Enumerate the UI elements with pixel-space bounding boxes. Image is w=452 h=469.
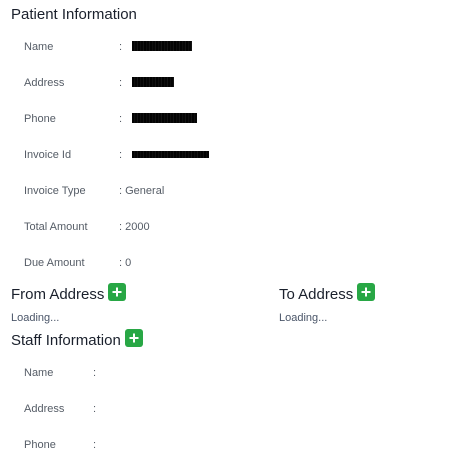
from-address-title-text: From Address xyxy=(11,285,105,303)
staff-name-separator: : xyxy=(93,367,97,379)
staff-phone-separator: : xyxy=(93,439,97,451)
separator: : xyxy=(119,257,123,269)
staff-address-separator: : xyxy=(93,403,97,415)
invoice-type-value: General xyxy=(125,185,165,197)
add-from-address-button[interactable] xyxy=(108,283,127,301)
redacted-phone xyxy=(132,113,198,124)
staff-information-title: Staff Information xyxy=(11,329,143,349)
total-amount-value: 2000 xyxy=(125,221,150,233)
add-staff-button[interactable] xyxy=(124,329,143,347)
patient-address-label: Address xyxy=(24,77,65,89)
patient-information-title: Patient Information xyxy=(11,6,137,23)
separator: : xyxy=(119,221,123,233)
staff-address-label: Address xyxy=(24,403,65,415)
patient-phone-label: Phone xyxy=(24,113,56,125)
from-address-loading: Loading... xyxy=(11,312,60,324)
separator: : xyxy=(119,113,123,125)
staff-phone-label: Phone xyxy=(24,439,56,451)
plus-icon xyxy=(129,333,139,343)
patient-name-label: Name xyxy=(24,41,54,53)
patient-due-amount-label: Due Amount xyxy=(24,257,85,269)
due-amount-value: 0 xyxy=(125,257,132,269)
plus-icon xyxy=(112,287,122,297)
from-address-title: From Address xyxy=(11,283,127,303)
patient-address-value: : xyxy=(119,77,175,89)
patient-total-amount-label: Total Amount xyxy=(24,221,88,233)
patient-name-value: : xyxy=(119,41,193,53)
separator: : xyxy=(119,185,123,197)
to-address-title: To Address xyxy=(279,283,376,303)
to-address-title-text: To Address xyxy=(279,285,354,303)
staff-name-label: Name xyxy=(24,367,54,379)
separator: : xyxy=(119,41,123,53)
patient-invoice-id-value: : xyxy=(119,149,210,161)
patient-invoice-type-value: : General xyxy=(119,185,164,197)
staff-information-title-text: Staff Information xyxy=(11,331,121,349)
redacted-invoice-id xyxy=(132,150,210,158)
redacted-name xyxy=(132,41,193,52)
patient-total-amount-value: : 2000 xyxy=(119,221,150,233)
patient-due-amount-value: : 0 xyxy=(119,257,131,269)
patient-information-title-text: Patient Information xyxy=(11,6,137,23)
plus-icon xyxy=(361,287,371,297)
patient-invoice-id-label: Invoice Id xyxy=(24,149,72,161)
separator: : xyxy=(119,149,123,161)
separator: : xyxy=(119,77,123,89)
add-to-address-button[interactable] xyxy=(357,283,376,301)
patient-invoice-type-label: Invoice Type xyxy=(24,185,86,197)
to-address-loading: Loading... xyxy=(279,312,328,324)
redacted-address xyxy=(132,77,175,88)
patient-phone-value: : xyxy=(119,113,198,125)
